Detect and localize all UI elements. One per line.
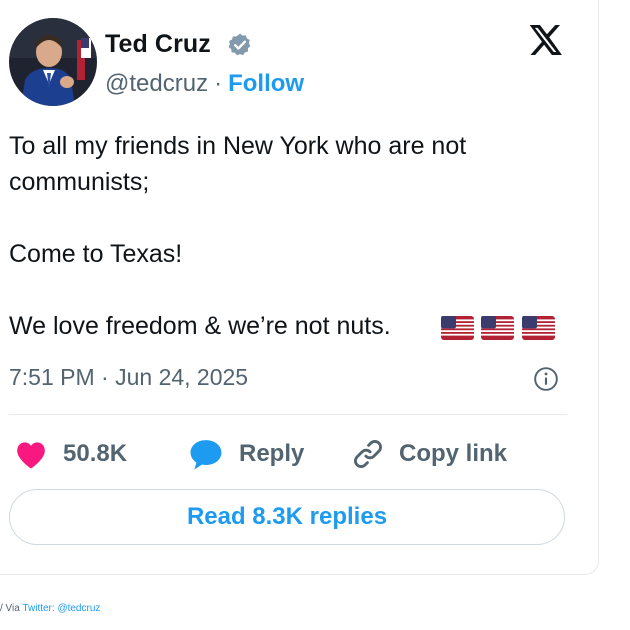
info-icon[interactable]	[533, 366, 559, 392]
divider	[9, 414, 567, 415]
reply-label: Reply	[239, 440, 305, 467]
tweet-card: Ted Cruz @tedcruz · Follow To all my frien…	[0, 0, 599, 575]
x-logo-icon[interactable]	[527, 22, 563, 58]
follow-button[interactable]: Follow	[228, 70, 304, 97]
verified-badge-icon	[227, 32, 255, 60]
credit-link[interactable]: Twitter: @tedcruz	[22, 603, 100, 614]
copy-link-button[interactable]: Copy link	[351, 436, 507, 472]
tweet-line: To all my friends in New York who are no…	[9, 132, 467, 196]
like-button[interactable]: 50.8K	[13, 436, 127, 472]
tweet-line: Come to Texas!	[9, 240, 183, 268]
author-handle[interactable]: @tedcruz	[105, 70, 208, 97]
reply-bubble-icon	[190, 440, 222, 470]
heart-icon	[17, 442, 45, 469]
credit-prefix: / Via	[0, 603, 23, 614]
us-flag-icon	[441, 316, 474, 340]
tweet-text: To all my friends in New York who are no…	[9, 128, 569, 344]
image-credit: / Via Twitter: @tedcruz	[0, 603, 100, 614]
us-flag-icon	[521, 316, 555, 340]
reply-button[interactable]: Reply	[187, 436, 304, 472]
us-flag-icon	[481, 316, 515, 340]
author-handle-row: @tedcruz · Follow	[105, 70, 304, 98]
avatar[interactable]	[9, 18, 97, 106]
like-count: 50.8K	[63, 440, 128, 467]
copy-link-label: Copy link	[399, 440, 508, 467]
read-replies-button[interactable]: Read 8.3K replies	[9, 489, 565, 545]
separator: ·	[214, 70, 223, 97]
action-bar: 50.8K Reply Copy link	[0, 436, 595, 472]
link-icon	[354, 440, 382, 468]
author-name[interactable]: Ted Cruz	[105, 30, 211, 59]
flag-emoji-group	[441, 316, 558, 340]
tweet-timestamp[interactable]: 7:51 PM · Jun 24, 2025	[9, 364, 248, 391]
